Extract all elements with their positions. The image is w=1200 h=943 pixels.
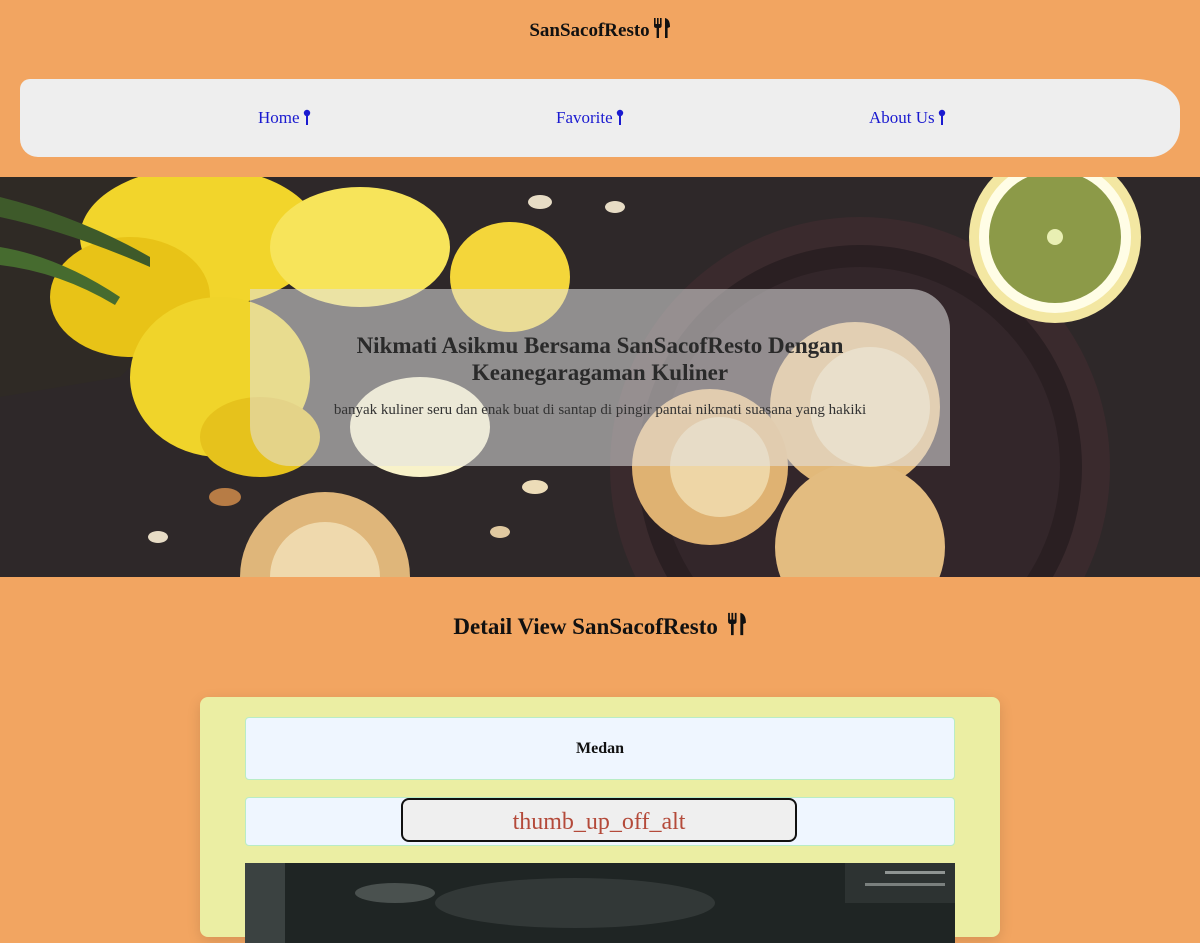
nav-favorite-link[interactable]: Favorite xyxy=(556,108,624,130)
nav-favorite-label: Favorite xyxy=(556,108,613,127)
brand-title: SanSacofResto xyxy=(0,18,1200,44)
hero-section: Nikmati Asikmu Bersama SanSacofResto Den… xyxy=(0,177,1200,577)
hero-description: banyak kuliner seru dan enak buat di san… xyxy=(333,402,867,418)
hero-card: Nikmati Asikmu Bersama SanSacofResto Den… xyxy=(250,289,950,466)
restaurant-detail-card: Medan thumb_up_off_alt xyxy=(200,697,1000,943)
detail-heading: Detail View SanSacofResto xyxy=(0,612,1200,642)
restaurant-image xyxy=(245,863,955,943)
pin-icon xyxy=(303,109,311,130)
site-header: SanSacofResto Home Favorite About Us xyxy=(0,0,1200,177)
fork-knife-icon xyxy=(727,612,747,642)
pin-icon xyxy=(616,109,624,130)
fork-knife-icon xyxy=(653,18,671,44)
nav-home-link[interactable]: Home xyxy=(258,108,311,130)
main-navbar: Home Favorite About Us xyxy=(20,79,1180,157)
hero-title: Nikmati Asikmu Bersama SanSacofResto Den… xyxy=(356,333,844,385)
city-label: Medan xyxy=(245,717,955,780)
brand-text: SanSacofResto xyxy=(529,20,650,41)
favorite-container: thumb_up_off_alt xyxy=(245,797,955,846)
nav-about-label: About Us xyxy=(869,108,935,127)
detail-heading-text: Detail View SanSacofResto xyxy=(453,614,718,639)
nav-about-link[interactable]: About Us xyxy=(869,108,946,130)
nav-home-label: Home xyxy=(258,108,300,127)
pin-icon xyxy=(938,109,946,130)
like-button[interactable]: thumb_up_off_alt xyxy=(401,798,797,842)
